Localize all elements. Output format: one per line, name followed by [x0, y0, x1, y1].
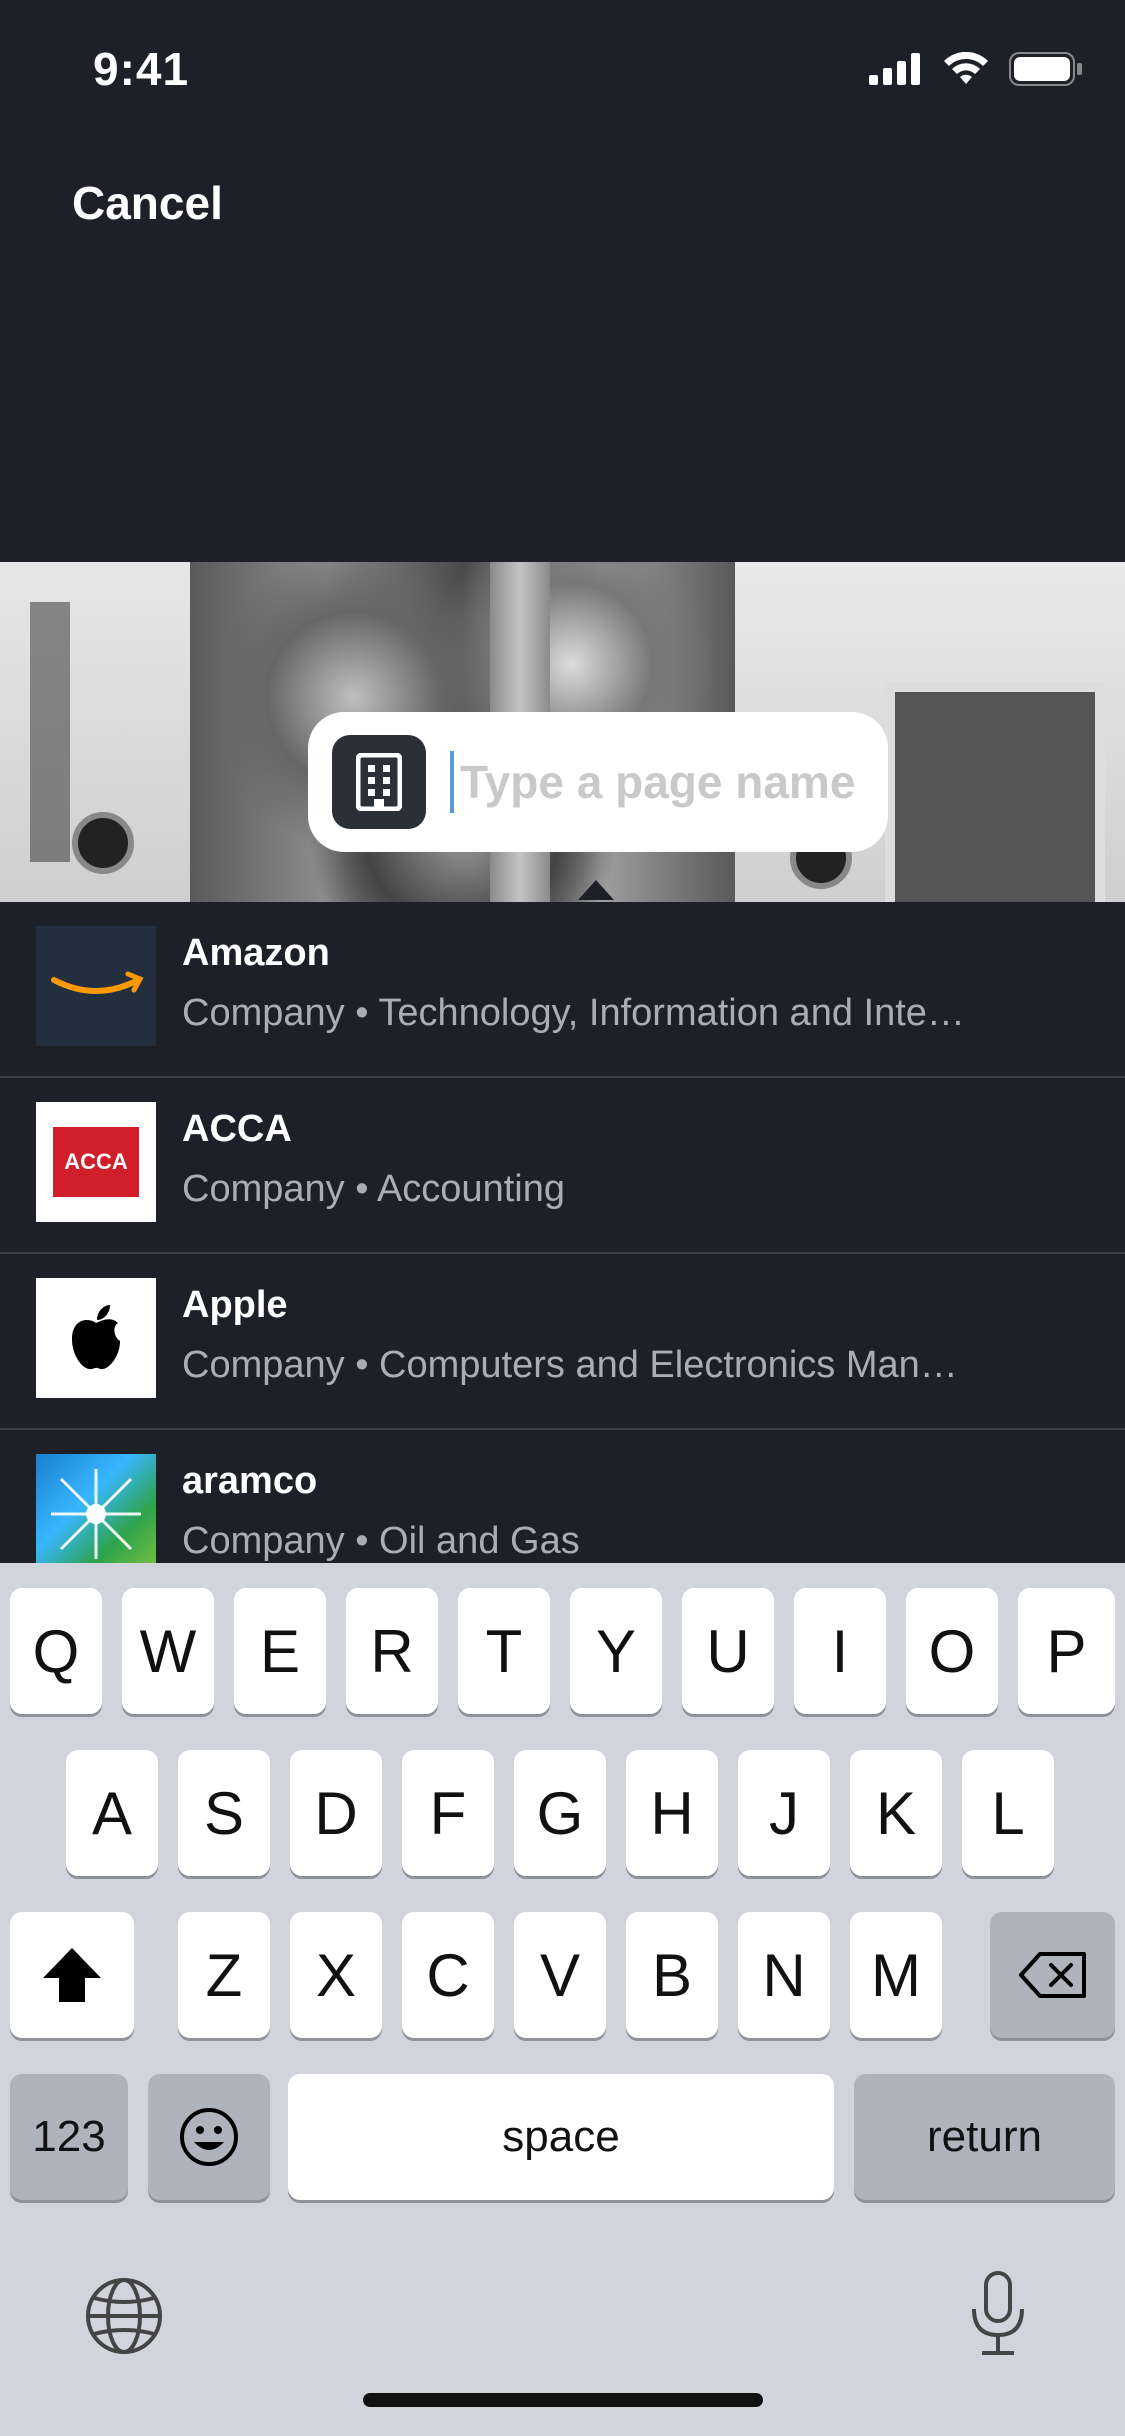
space-key[interactable]: space	[288, 2074, 834, 2200]
cancel-button[interactable]: Cancel	[72, 176, 223, 230]
list-item[interactable]: ACCA ACCA Company • Accounting	[0, 1078, 1125, 1254]
results-list: Amazon Company • Technology, Information…	[0, 902, 1125, 1606]
wifi-icon	[944, 52, 988, 84]
result-subtitle: Company • Technology, Information and In…	[182, 992, 965, 1034]
key-n[interactable]: N	[738, 1912, 830, 2038]
key-i[interactable]: I	[794, 1588, 886, 1714]
key-b[interactable]: B	[626, 1912, 718, 2038]
key-w[interactable]: W	[122, 1588, 214, 1714]
key-k[interactable]: K	[850, 1750, 942, 1876]
home-indicator	[363, 2393, 763, 2407]
key-m[interactable]: M	[850, 1912, 942, 2038]
battery-icon	[1009, 52, 1082, 86]
result-title: Amazon	[182, 932, 330, 974]
key-g[interactable]: G	[514, 1750, 606, 1876]
page-name-input[interactable]	[450, 751, 882, 813]
result-title: Apple	[182, 1284, 288, 1326]
status-time: 9:41	[93, 43, 190, 95]
aramco-logo-icon	[36, 1454, 156, 1574]
key-p[interactable]: P	[1018, 1588, 1115, 1714]
key-c[interactable]: C	[402, 1912, 494, 2038]
key-u[interactable]: U	[682, 1588, 774, 1714]
result-subtitle: Company • Accounting	[182, 1168, 565, 1210]
key-e[interactable]: E	[234, 1588, 326, 1714]
emoji-key[interactable]	[148, 2074, 270, 2200]
list-pointer	[578, 880, 614, 900]
signal-icon	[869, 53, 920, 85]
key-t[interactable]: T	[458, 1588, 550, 1714]
key-o[interactable]: O	[906, 1588, 998, 1714]
delete-key[interactable]	[990, 1912, 1115, 2038]
key-x[interactable]: X	[290, 1912, 382, 2038]
key-h[interactable]: H	[626, 1750, 718, 1876]
result-subtitle: Company • Computers and Electronics Man…	[182, 1344, 958, 1386]
result-title: ACCA	[182, 1108, 292, 1150]
emoji-icon	[180, 2108, 238, 2166]
key-a[interactable]: A	[66, 1750, 158, 1876]
acca-logo-icon: ACCA	[36, 1102, 156, 1222]
key-f[interactable]: F	[402, 1750, 494, 1876]
keyboard: Q W E R T Y U I O P A S D F G H J K L Z …	[0, 1563, 1125, 2436]
numbers-key[interactable]: 123	[10, 2074, 128, 2200]
key-q[interactable]: Q	[10, 1588, 102, 1714]
list-item[interactable]: Apple Company • Computers and Electronic…	[0, 1254, 1125, 1430]
key-d[interactable]: D	[290, 1750, 382, 1876]
list-item[interactable]: Amazon Company • Technology, Information…	[0, 902, 1125, 1078]
key-l[interactable]: L	[962, 1750, 1054, 1876]
shift-icon	[43, 1948, 101, 2002]
apple-logo-icon	[36, 1278, 156, 1398]
result-title: aramco	[182, 1460, 318, 1502]
key-z[interactable]: Z	[178, 1912, 270, 2038]
return-key[interactable]: return	[854, 2074, 1115, 2200]
microphone-icon[interactable]	[968, 2269, 1028, 2359]
globe-icon[interactable]	[84, 2276, 164, 2356]
key-y[interactable]: Y	[570, 1588, 662, 1714]
status-bar: 9:41	[0, 0, 1125, 140]
key-s[interactable]: S	[178, 1750, 270, 1876]
status-icons	[869, 52, 1083, 86]
building-icon	[332, 735, 426, 829]
shift-key[interactable]	[10, 1912, 134, 2038]
page-search-bar[interactable]	[308, 712, 888, 852]
key-j[interactable]: J	[738, 1750, 830, 1876]
key-v[interactable]: V	[514, 1912, 606, 2038]
amazon-logo-icon	[36, 926, 156, 1046]
result-subtitle: Company • Oil and Gas	[182, 1520, 580, 1562]
key-r[interactable]: R	[346, 1588, 438, 1714]
backspace-icon	[1018, 1952, 1086, 1998]
